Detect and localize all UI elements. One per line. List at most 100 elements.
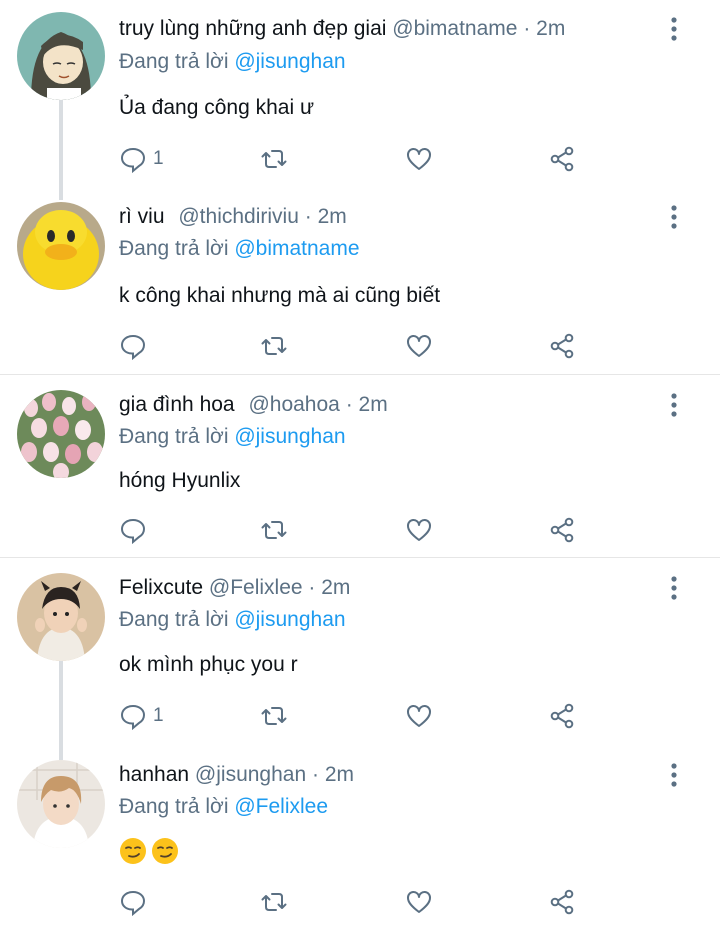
separator-dot: ·	[312, 763, 319, 786]
tweet[interactable]: gia đình hoa @hoahoa · 2m Đang trả lời @…	[0, 375, 720, 557]
mention-link[interactable]: @jisunghan	[234, 425, 345, 448]
heart-icon	[407, 519, 431, 541]
reply-button[interactable]	[119, 515, 153, 545]
share-button[interactable]	[548, 515, 576, 545]
avatar[interactable]	[17, 390, 105, 478]
reply-bubble-icon	[120, 704, 146, 730]
share-button[interactable]	[548, 331, 576, 361]
tweet[interactable]: Felixcute @Felixlee · 2m Đang trả lời @j…	[0, 558, 720, 748]
author-name[interactable]: Felixcute	[119, 576, 203, 599]
replying-to: Đang trả lời @jisunghan	[119, 49, 346, 75]
retweet-icon	[261, 337, 287, 355]
more-vertical-icon[interactable]	[664, 762, 684, 788]
reply-thread: truy lùng những anh đẹp giai @bimatname …	[0, 0, 720, 927]
like-button[interactable]	[405, 331, 433, 361]
timestamp[interactable]: 2m	[536, 17, 565, 40]
avatar[interactable]	[17, 202, 105, 290]
retweet-button[interactable]	[260, 887, 288, 917]
tweet[interactable]: hanhan @jisunghan · 2m Đang trả lời @Fel…	[0, 748, 720, 927]
retweet-button[interactable]	[260, 144, 288, 174]
heart-icon	[407, 335, 431, 357]
heart-icon	[407, 148, 431, 170]
tweet-text: k công khai nhưng mà ai cũng biết	[119, 284, 441, 307]
replying-to-label: Đang trả lời	[119, 608, 229, 631]
replying-to: Đang trả lời @jisunghan	[119, 424, 346, 450]
heart-icon	[407, 891, 431, 913]
reply-button[interactable]	[119, 331, 153, 361]
author-name[interactable]: rì viu	[119, 205, 165, 228]
reply-bubble-icon	[120, 890, 146, 916]
share-button[interactable]	[548, 144, 576, 174]
reply-count: 1	[153, 705, 164, 726]
author-name[interactable]: hanhan	[119, 763, 189, 786]
replying-to: Đang trả lời @jisunghan	[119, 607, 346, 633]
share-icon	[550, 146, 574, 172]
avatar[interactable]	[17, 573, 105, 661]
timestamp[interactable]: 2m	[359, 393, 388, 416]
retweet-icon	[261, 521, 287, 539]
author-handle[interactable]: @jisunghan	[195, 763, 306, 786]
share-button[interactable]	[548, 887, 576, 917]
like-button[interactable]	[405, 887, 433, 917]
replying-to-label: Đang trả lời	[119, 795, 229, 818]
author-name[interactable]: gia đình hoa	[119, 393, 235, 416]
separator-dot: ·	[345, 393, 353, 416]
author-handle[interactable]: @bimatname	[392, 17, 517, 40]
mention-link[interactable]: @Felixlee	[234, 795, 328, 818]
like-button[interactable]	[405, 144, 433, 174]
separator-dot: ·	[523, 17, 531, 40]
mention-link[interactable]: @bimatname	[234, 237, 359, 260]
replying-to: Đang trả lời @Felixlee	[119, 794, 328, 820]
retweet-button[interactable]	[260, 515, 288, 545]
timestamp[interactable]: 2m	[325, 763, 354, 786]
reply-bubble-icon	[120, 147, 146, 173]
timestamp[interactable]: 2m	[321, 576, 350, 599]
smirking-face-emoji	[120, 838, 146, 864]
mention-link[interactable]: @jisunghan	[234, 608, 345, 631]
share-icon	[550, 333, 574, 359]
retweet-button[interactable]	[260, 701, 288, 731]
reply-button[interactable]: 1	[119, 701, 164, 731]
retweet-icon	[261, 893, 287, 911]
avatar[interactable]	[17, 760, 105, 848]
share-icon	[550, 517, 574, 543]
replying-to-label: Đang trả lời	[119, 425, 229, 448]
share-icon	[550, 889, 574, 915]
separator-dot: ·	[304, 205, 312, 228]
author-handle[interactable]: @Felixlee	[209, 576, 303, 599]
tweet[interactable]: rì viu @thichdiriviu · 2m Đang trả lời @…	[0, 190, 720, 374]
retweet-icon	[261, 707, 287, 725]
reply-button[interactable]	[119, 887, 153, 917]
mention-link[interactable]: @jisunghan	[234, 50, 345, 73]
reply-bubble-icon	[120, 334, 146, 360]
author-name[interactable]: truy lùng những anh đẹp giai	[119, 17, 386, 40]
avatar[interactable]	[17, 12, 105, 100]
more-vertical-icon[interactable]	[664, 392, 684, 418]
reply-count: 1	[153, 148, 164, 169]
more-vertical-icon[interactable]	[664, 204, 684, 230]
author-handle[interactable]: @hoahoa	[248, 393, 339, 416]
share-icon	[550, 703, 574, 729]
heart-icon	[407, 705, 431, 727]
tweet-text	[119, 837, 183, 865]
author-handle[interactable]: @thichdiriviu	[178, 205, 299, 228]
reply-bubble-icon	[120, 518, 146, 544]
more-vertical-icon[interactable]	[664, 16, 684, 42]
replying-to-label: Đang trả lời	[119, 237, 229, 260]
replying-to-label: Đang trả lời	[119, 50, 229, 73]
tweet-text: ok mình phục you r	[119, 653, 298, 676]
like-button[interactable]	[405, 515, 433, 545]
timestamp[interactable]: 2m	[318, 205, 347, 228]
retweet-button[interactable]	[260, 331, 288, 361]
tweet[interactable]: truy lùng những anh đẹp giai @bimatname …	[0, 0, 720, 190]
more-vertical-icon[interactable]	[664, 575, 684, 601]
replying-to: Đang trả lời @bimatname	[119, 236, 360, 262]
reply-button[interactable]: 1	[119, 144, 164, 174]
separator-dot: ·	[308, 576, 316, 599]
tweet-text: hóng Hyunlix	[119, 469, 241, 492]
share-button[interactable]	[548, 701, 576, 731]
tweet-text: Ủa đang công khai ư	[119, 96, 315, 119]
like-button[interactable]	[405, 701, 433, 731]
smirking-face-emoji	[152, 838, 178, 864]
retweet-icon	[261, 150, 287, 168]
